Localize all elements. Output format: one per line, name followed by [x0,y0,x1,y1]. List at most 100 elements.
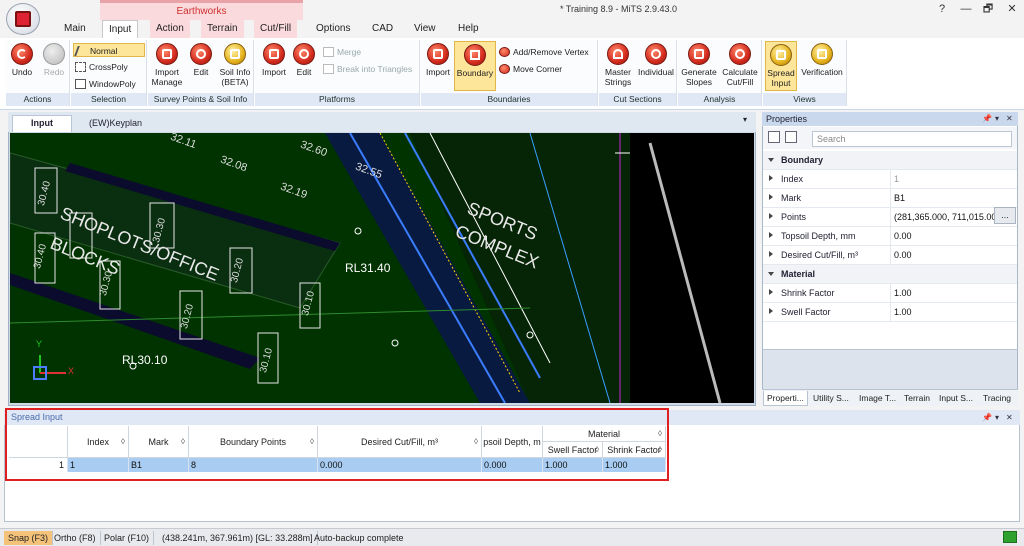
soil-info-button[interactable]: Soil Info (BETA) [216,43,254,87]
tab-ew-keyplan[interactable]: (EW)Keyplan [70,115,161,132]
status-indicator [1003,531,1017,543]
redo-button[interactable]: Redo [40,43,68,77]
ortho-toggle[interactable]: Ortho (F8) [50,531,101,545]
property-value[interactable]: B1 [890,189,1017,208]
move-corner-button[interactable]: Move Corner [497,62,597,76]
property-row[interactable]: Mark B1 [763,189,1017,208]
tab-cad[interactable]: CAD [366,20,399,38]
property-value[interactable]: 0.00 [890,246,1017,265]
property-row[interactable]: Topsoil Depth, mm 0.00 [763,227,1017,246]
verification-button[interactable]: Verification [799,43,845,77]
individual-button[interactable]: Individual [637,43,675,77]
property-row[interactable]: Desired Cut/Fill, m³ 0.00 [763,246,1017,265]
expand-icon[interactable] [769,232,773,238]
tab-input-view[interactable]: Input [12,115,72,132]
close-button[interactable]: ✕ [998,0,1024,18]
collapse-icon[interactable] [768,158,774,162]
doc-tabs-menu-icon[interactable]: ▾ [743,115,747,124]
expand-icon[interactable] [769,308,773,314]
tab-main[interactable]: Main [58,20,92,38]
expand-icon[interactable] [769,289,773,295]
header-topsoil-depth[interactable]: psoil Depth, m [482,426,543,458]
panel-close-icon[interactable]: ✕ [1006,112,1013,126]
spread-pin-icon[interactable]: 📌 [982,410,992,425]
tab-action[interactable]: Action [150,20,190,38]
boundary-button[interactable]: Boundary [454,41,496,91]
panel-menu-icon[interactable]: ▾ [995,112,999,126]
expand-icon[interactable] [769,213,773,219]
property-category[interactable]: Boundary [763,151,1017,170]
spread-close-icon[interactable]: ✕ [1006,410,1013,425]
expand-icon[interactable] [769,194,773,200]
header-shrink-factor[interactable]: Shrink Factor ◊ [603,442,666,458]
merge-button[interactable]: Merge [321,45,417,59]
spread-input-button[interactable]: Spread Input [765,41,797,91]
row-number[interactable]: 1 [9,458,68,472]
selection-normal-button[interactable]: Normal [73,43,145,57]
property-row[interactable]: Index 1 [763,170,1017,189]
pin-icon[interactable]: 📌 [982,112,992,126]
expand-icon[interactable] [769,251,773,257]
sort-az-icon[interactable] [785,131,797,143]
tab-input[interactable]: Input [102,20,139,38]
header-material[interactable]: Material ◊ [543,426,666,442]
property-row[interactable]: Points (281,365.000, 711,015.000 [763,208,1017,227]
add-remove-vertex-button[interactable]: Add/Remove Vertex [497,45,597,59]
properties-search-input[interactable]: Search [812,131,1012,147]
group-label-boundaries: Boundaries [421,93,597,106]
collapse-icon[interactable] [768,272,774,276]
tab-utility[interactable]: Utility S... [810,391,852,406]
selection-crosspoly-button[interactable]: CrossPoly [73,60,145,74]
cell-mark[interactable]: B1 [129,458,189,472]
snap-toggle[interactable]: Snap (F3) [4,531,54,545]
polar-toggle[interactable]: Polar (F10) [100,531,155,545]
cell-boundary-points[interactable]: 8 [189,458,318,472]
tab-options[interactable]: Options [310,20,356,38]
property-value[interactable]: 1.00 [890,284,1017,303]
property-category[interactable]: Material [763,265,1017,284]
app-logo[interactable] [6,3,40,35]
property-value[interactable]: 1.00 [890,303,1017,322]
tab-terrain[interactable]: Terrain [201,20,244,38]
tab-help[interactable]: Help [452,20,485,38]
spread-menu-icon[interactable]: ▾ [995,410,999,425]
calculate-cut-fill-label: Calculate Cut/Fill [722,67,758,87]
tab-image[interactable]: Image T... [856,391,899,406]
survey-edit-button[interactable]: Edit [188,43,214,77]
boundaries-import-button[interactable]: Import [423,43,453,77]
generate-slopes-button[interactable]: Generate Slopes [680,43,718,87]
undo-button[interactable]: Undo [8,43,36,77]
tab-view[interactable]: View [408,20,442,38]
property-value[interactable]: 0.00 [890,227,1017,246]
tab-cut-fill[interactable]: Cut/Fill [254,20,298,38]
expand-icon[interactable] [769,175,773,181]
tab-input-s[interactable]: Input S... [936,391,976,406]
points-ellipsis-button[interactable]: ... [994,207,1016,224]
menu-tabs: Main Input Action Terrain Cut/Fill Optio… [0,20,1024,38]
header-desired-cut-fill[interactable]: Desired Cut/Fill, m³ ◊ [318,426,482,458]
header-mark[interactable]: Mark ◊ [129,426,189,458]
property-row[interactable]: Swell Factor 1.00 [763,303,1017,322]
cell-index[interactable]: 1 [68,458,129,472]
header-boundary-points[interactable]: Boundary Points ◊ [189,426,318,458]
survey-import-manage-button[interactable]: Import Manage [150,43,184,87]
platforms-edit-button[interactable]: Edit [291,43,317,77]
cell-topsoil-depth[interactable]: 0.000 [482,458,543,472]
cell-desired-cut-fill[interactable]: 0.000 [318,458,482,472]
cad-viewport[interactable]: SHOPLOTS/OFFICE BLOCKS SPORTS COMPLEX RL… [10,133,754,403]
property-value[interactable]: 1 [890,170,1017,189]
tab-properties[interactable]: Properti... [763,391,808,406]
header-index[interactable]: Index ◊ [68,426,129,458]
master-strings-button[interactable]: Master Strings [600,43,636,87]
break-triangles-button[interactable]: Break into Triangles [321,62,419,76]
property-row[interactable]: Shrink Factor 1.00 [763,284,1017,303]
calculate-cut-fill-button[interactable]: Calculate Cut/Fill [720,43,760,87]
header-swell-factor[interactable]: Swell Factor ◊ [543,442,603,458]
tab-tracing[interactable]: Tracing [980,391,1014,406]
tab-terrain-panel[interactable]: Terrain [901,391,933,406]
selection-windowpoly-button[interactable]: WindowPoly [73,77,145,91]
cell-shrink-factor[interactable]: 1.000 [603,458,666,472]
cell-swell-factor[interactable]: 1.000 [543,458,603,472]
categorized-icon[interactable] [768,131,780,143]
platforms-import-button[interactable]: Import [257,43,291,77]
